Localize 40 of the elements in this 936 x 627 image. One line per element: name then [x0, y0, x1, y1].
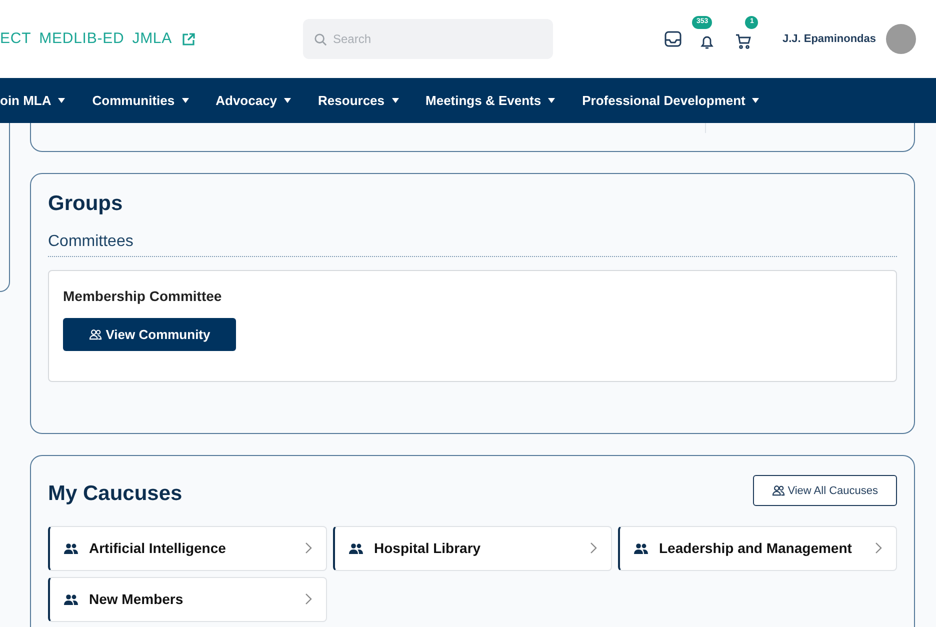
search-field[interactable]: Search — [303, 19, 553, 59]
caret-icon — [182, 98, 189, 103]
people-icon — [64, 542, 78, 554]
view-all-button[interactable]: View All Caucuses — [752, 475, 897, 506]
people-icon — [349, 542, 363, 554]
view-community-button[interactable]: View Community — [63, 318, 236, 351]
nav-menu-item[interactable]: Meetings & Events — [426, 90, 556, 110]
committee-name: Membership Committee — [63, 287, 223, 304]
chevron-right-icon — [875, 542, 882, 554]
cart-icon[interactable] — [734, 33, 752, 50]
caret-icon — [284, 98, 292, 103]
nav-menu-item[interactable]: oin MLA — [0, 90, 66, 110]
nav-menu-item[interactable]: Professional Development — [582, 90, 760, 110]
people-icon — [772, 485, 785, 496]
subsection-title: Committees — [48, 232, 134, 252]
people-icon — [88, 329, 102, 340]
caucus-link[interactable]: Hospital Library — [333, 526, 612, 570]
caret-icon — [548, 98, 556, 103]
caret-icon — [58, 98, 66, 103]
people-icon — [634, 542, 648, 554]
nav-menu-item[interactable]: Communities — [92, 90, 189, 110]
user-name[interactable]: J.J. Epaminondas — [782, 30, 876, 48]
avatar[interactable] — [886, 24, 916, 54]
external-link-icon — [182, 32, 196, 46]
search-icon — [314, 33, 327, 46]
caret-icon — [752, 98, 760, 103]
caucus-link[interactable]: Artificial Intelligence — [48, 526, 327, 570]
inbox-icon[interactable] — [664, 30, 682, 48]
caucus-link[interactable]: New Members — [48, 576, 327, 622]
chevron-right-icon — [305, 593, 312, 605]
nav-menu-item[interactable]: Resources — [318, 90, 399, 110]
section-title: Groups — [48, 191, 124, 217]
chevron-right-icon — [305, 542, 312, 554]
caret-icon — [392, 98, 399, 103]
chevron-right-icon — [590, 542, 597, 554]
nav-menu-item[interactable]: Advocacy — [216, 90, 292, 110]
caucus-link[interactable]: Leadership and Management — [618, 526, 897, 570]
people-icon — [64, 594, 78, 604]
section-title: My Caucuses — [48, 481, 182, 507]
bell-icon[interactable] — [699, 34, 716, 50]
